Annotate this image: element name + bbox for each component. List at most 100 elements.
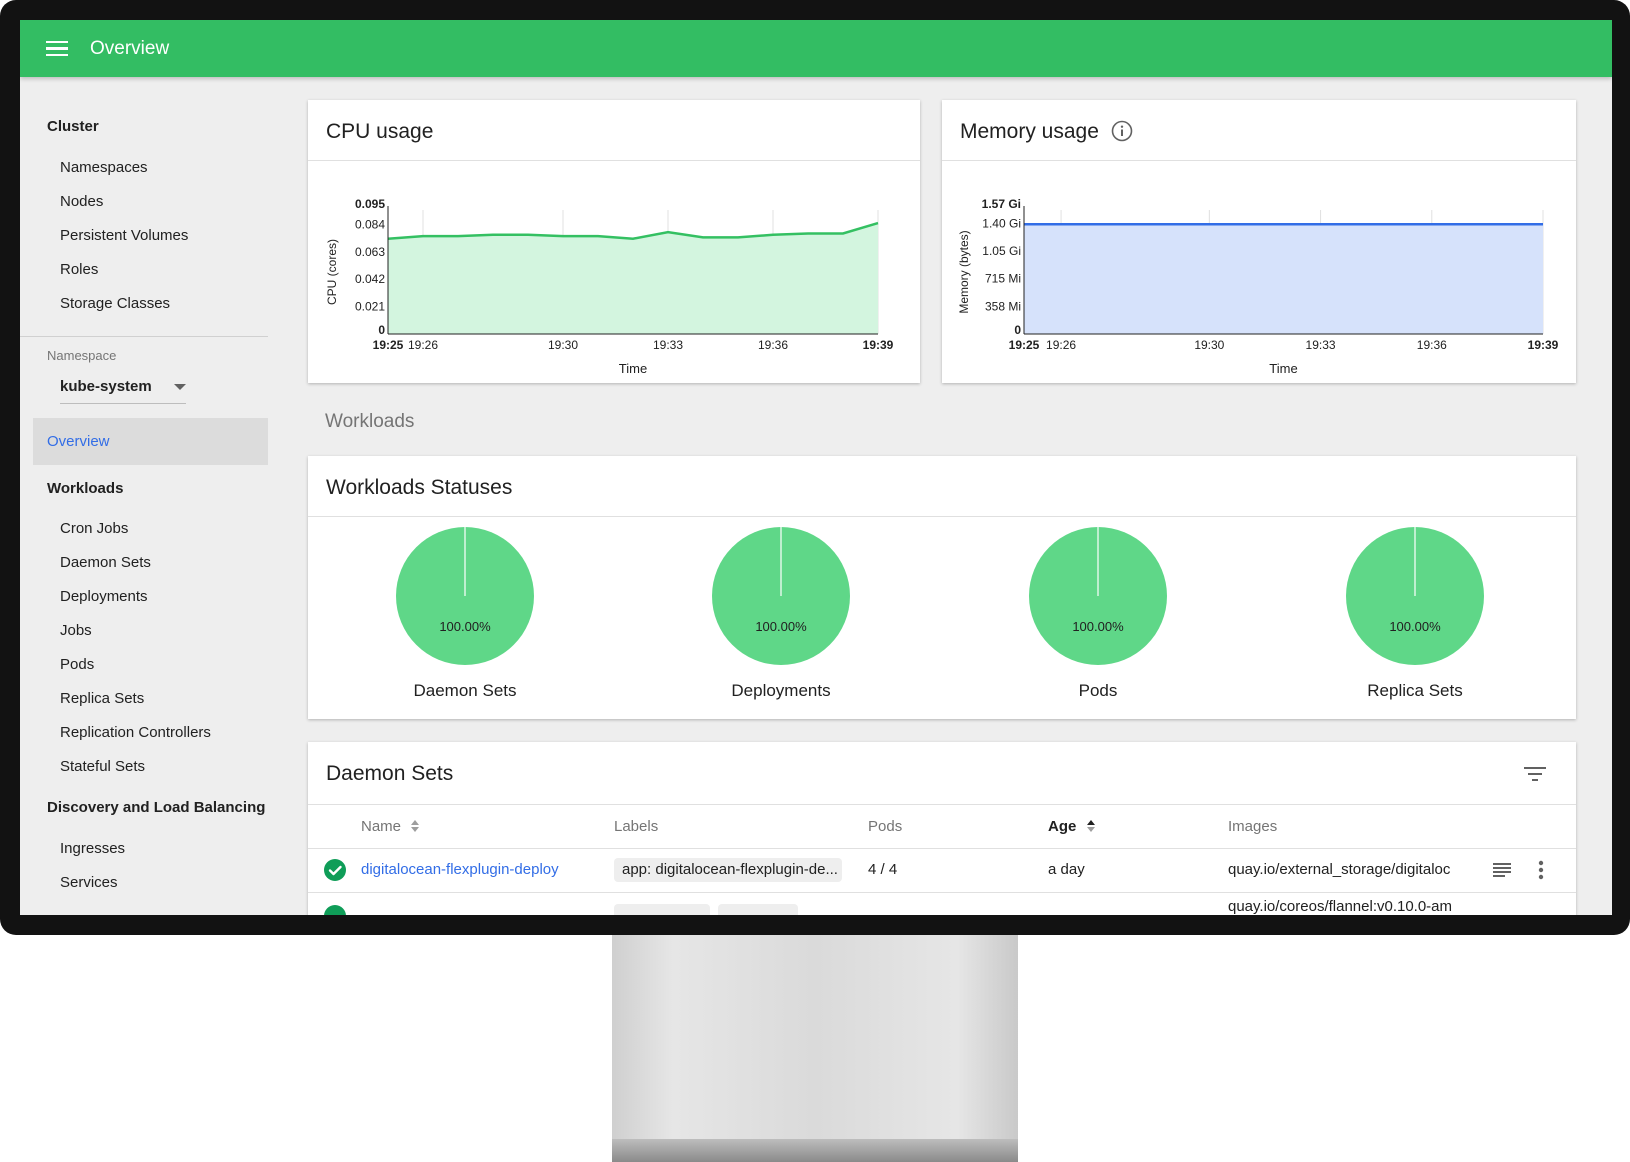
monitor-stand-base — [612, 1139, 1018, 1162]
pie-replica-sets[interactable]: 100.00% Replica Sets — [1315, 526, 1515, 701]
sidebar: Cluster Namespaces Nodes Persistent Volu… — [20, 78, 270, 915]
memory-usage-card: Memory usage 0 358 Mi 715 Mi 1.05 Gi 1.40 Gi… — [942, 100, 1576, 383]
sidebar-item-label: Overview — [47, 433, 110, 450]
sidebar-item-cron-jobs[interactable]: Cron Jobs — [60, 520, 128, 537]
daemon-sets-card: Daemon Sets Name Labels Pods Age Images … — [308, 742, 1576, 915]
column-header-images: Images — [1228, 818, 1278, 835]
sidebar-item-storage-classes[interactable]: Storage Classes — [60, 295, 170, 312]
sidebar-item-nodes[interactable]: Nodes — [60, 193, 103, 210]
y-tick-label: 0.021 — [355, 300, 385, 314]
pie-daemon-sets[interactable]: 100.00% Daemon Sets — [365, 526, 565, 701]
x-tick-label: 19:26 — [408, 338, 438, 352]
pie-percent: 100.00% — [1072, 619, 1124, 634]
y-tick-label: 1.40 Gi — [982, 216, 1021, 230]
nav-heading-workloads[interactable]: Workloads — [47, 480, 123, 497]
pie-percent: 100.00% — [755, 619, 807, 634]
x-axis-label: Time — [619, 361, 647, 376]
pie-label: Deployments — [731, 681, 831, 700]
label-chip: app: digitalocean-flexplugin-de... — [614, 858, 842, 882]
more-vert-icon[interactable] — [1538, 860, 1544, 880]
sidebar-item-deployments[interactable]: Deployments — [60, 588, 148, 605]
sidebar-item-persistent-volumes[interactable]: Persistent Volumes — [60, 227, 188, 244]
sidebar-item-overview[interactable]: Overview — [33, 418, 268, 465]
menu-icon[interactable] — [46, 40, 68, 57]
y-tick-label: 0.042 — [355, 272, 385, 286]
y-tick-label: 0 — [1014, 323, 1021, 337]
x-tick-label: 19:36 — [758, 338, 788, 352]
daemon-set-name-link[interactable]: digitalocean-flexplugin-deploy — [361, 861, 601, 878]
cpu-card-title: CPU usage — [326, 120, 434, 143]
chevron-down-icon — [174, 384, 186, 390]
sidebar-item-stateful-sets[interactable]: Stateful Sets — [60, 758, 145, 775]
pie-chart: 100.00% — [1029, 527, 1167, 665]
x-axis-label: Time — [1269, 361, 1297, 376]
workloads-section-title: Workloads — [325, 411, 415, 432]
pie-label: Replica Sets — [1367, 681, 1463, 700]
pods-count: 4 / 4 — [868, 861, 898, 878]
y-tick-label: 0.095 — [355, 197, 385, 211]
sidebar-item-replication-controllers[interactable]: Replication Controllers — [60, 724, 211, 741]
label-chip — [718, 904, 798, 915]
pie-deployments[interactable]: 100.00% Deployments — [681, 526, 881, 701]
namespace-select[interactable]: kube-system — [60, 373, 186, 404]
card-divider — [308, 516, 1576, 517]
column-header-name[interactable]: Name — [361, 818, 421, 835]
check-circle-icon — [324, 859, 346, 881]
y-axis-label: CPU (cores) — [325, 239, 339, 305]
image-value: quay.io/external_storage/digitaloc — [1228, 861, 1451, 878]
sort-icon[interactable] — [1085, 818, 1097, 834]
column-header-label: Name — [361, 818, 402, 835]
logs-icon[interactable] — [1493, 862, 1513, 878]
pie-label: Pods — [1078, 681, 1118, 700]
y-axis-label: Memory (bytes) — [957, 230, 971, 313]
nav-heading-cluster[interactable]: Cluster — [47, 118, 99, 135]
y-tick-label: 715 Mi — [985, 272, 1021, 286]
pie-percent: 100.00% — [1389, 619, 1441, 634]
x-tick-label: 19:25 — [373, 338, 404, 352]
x-tick-label: 19:25 — [1009, 338, 1040, 352]
sidebar-item-ingresses[interactable]: Ingresses — [60, 840, 125, 857]
x-tick-label: 19:39 — [1528, 338, 1559, 352]
age-value: a day — [1048, 861, 1085, 878]
y-tick-label: 1.05 Gi — [982, 244, 1021, 258]
sidebar-item-daemon-sets[interactable]: Daemon Sets — [60, 554, 151, 571]
cpu-usage-card: CPU usage 0 0.021 0.042 0.063 0.084 0.095 19:2… — [308, 100, 920, 383]
pie-chart: 100.00% — [712, 527, 850, 665]
column-header-age[interactable]: Age — [1048, 818, 1097, 835]
monitor-stand — [612, 935, 1018, 1139]
sidebar-item-jobs[interactable]: Jobs — [60, 622, 92, 639]
table-header-divider — [308, 848, 1576, 849]
x-tick-label: 19:30 — [1194, 338, 1224, 352]
pie-label: Daemon Sets — [413, 681, 517, 700]
x-tick-label: 19:36 — [1417, 338, 1447, 352]
sidebar-item-services[interactable]: Services — [60, 874, 118, 891]
monitor-bezel: Overview Cluster Namespaces Nodes Persis… — [0, 0, 1630, 935]
memory-card-title-text: Memory usage — [960, 120, 1099, 143]
sidebar-item-replica-sets[interactable]: Replica Sets — [60, 690, 144, 707]
pie-pods[interactable]: 100.00% Pods — [998, 526, 1198, 701]
row-divider — [308, 892, 1576, 893]
check-circle-icon — [324, 905, 346, 915]
image-value: quay.io/coreos/flannel:v0.10.0-am — [1228, 898, 1453, 915]
sidebar-item-pods[interactable]: Pods — [60, 656, 94, 673]
pie-chart: 100.00% — [396, 527, 534, 665]
sidebar-item-namespaces[interactable]: Namespaces — [60, 159, 148, 176]
sidebar-item-roles[interactable]: Roles — [60, 261, 98, 278]
column-header-pods: Pods — [868, 818, 903, 835]
sort-icon[interactable] — [409, 818, 421, 834]
info-icon[interactable] — [1111, 120, 1133, 142]
pie-percent: 100.00% — [439, 619, 491, 634]
x-tick-label: 19:33 — [653, 338, 683, 352]
daemon-sets-card-title: Daemon Sets — [326, 762, 454, 785]
memory-card-title: Memory usage — [960, 120, 1133, 144]
x-tick-label: 19:33 — [1306, 338, 1336, 352]
filter-icon[interactable] — [1524, 766, 1546, 782]
y-tick-label: 0 — [378, 323, 385, 337]
y-tick-label: 0.084 — [355, 217, 385, 231]
nav-heading-discovery[interactable]: Discovery and Load Balancing — [47, 799, 265, 816]
namespace-label: Namespace — [47, 348, 117, 363]
pie-chart: 100.00% — [1346, 527, 1484, 665]
statuses-card-title: Workloads Statuses — [326, 476, 513, 499]
memory-chart: 0 358 Mi 715 Mi 1.05 Gi 1.40 Gi 1.57 Gi 19:25 1… — [957, 197, 1559, 376]
top-bar: Overview — [20, 20, 1612, 77]
